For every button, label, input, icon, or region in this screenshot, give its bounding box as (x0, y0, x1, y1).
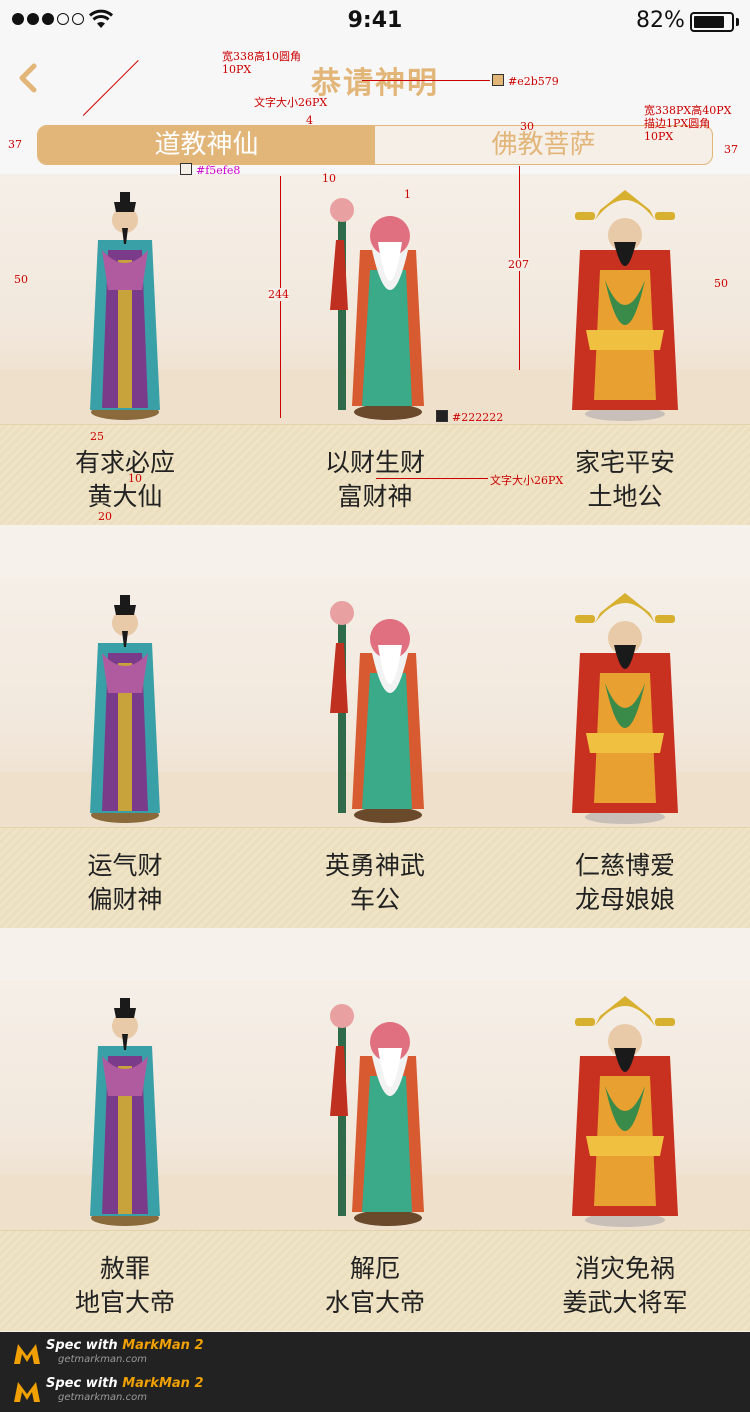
deity-card[interactable]: 仁慈博爱 龙母娘娘 (500, 577, 750, 927)
deity-name: 地官大帝 (74, 1288, 175, 1317)
navigation-bar: 恭请神明 (0, 42, 750, 121)
battery-cap (736, 18, 739, 26)
wealth-god-statue-figure (572, 996, 678, 1227)
annotation-segment-bg: #f5efe8 (180, 163, 240, 177)
deity-card[interactable]: 解厄 水官大帝 (250, 980, 500, 1330)
deity-grid: 有求必应 黄大仙 以财生财 富财神 家宅平安 土地公 运气财 偏财神 英勇神武 … (0, 174, 750, 1383)
deity-card[interactable]: 有求必应 黄大仙 (0, 174, 250, 524)
annotation-label-gap: 25 (90, 430, 104, 443)
deity-blessing: 英勇神武 (324, 851, 425, 880)
category-segmented-control: 道教神仙 佛教菩萨 (37, 125, 713, 165)
deity-statue-image (50, 583, 200, 827)
deity-blessing: 赦罪 (99, 1254, 150, 1283)
annotation-margin-right: 37 (724, 143, 738, 156)
tab-taoist-deities[interactable]: 道教神仙 (38, 126, 375, 164)
deity-blessing: 有求必应 (74, 448, 175, 477)
deity-statue-image (300, 180, 450, 424)
annotation-line-gap: 10 (128, 472, 142, 485)
row-gap (0, 525, 750, 577)
deity-statue-image (550, 180, 700, 424)
deity-row: 赦罪地官大帝 解厄水官大帝 消灾免祸姜武大将军 (0, 980, 750, 1383)
annotation-gap-right: 30 (520, 120, 534, 133)
deity-name: 富财神 (337, 482, 413, 511)
annotation-fig-height: 244 (268, 288, 289, 301)
deity-row: 运气财偏财神 英勇神武车公 仁慈博爱龙母娘娘 (0, 577, 750, 980)
scholar-statue-figure (90, 192, 160, 420)
annotation-segment-spec: 宽338高10圆角 10PX (222, 50, 301, 76)
annotation-title-color: #e2b579 (492, 74, 559, 88)
annotation-gap-top: 4 (306, 114, 313, 127)
battery-icon (690, 12, 734, 32)
annotation-fig-top: 10 (322, 172, 336, 185)
scholar-statue-figure (90, 595, 160, 823)
annotation-label-font-spec: 文字大小26PX (490, 474, 564, 487)
longevity-statue-figure (330, 601, 424, 823)
deity-blessing: 解厄 (349, 1254, 400, 1283)
deity-statue-image (550, 986, 700, 1230)
annotation-font-spec: 文字大小26PX (254, 96, 328, 109)
deity-card[interactable]: 家宅平安 土地公 (500, 174, 750, 524)
deity-blessing: 消灾免祸 (574, 1254, 675, 1283)
deity-card[interactable]: 赦罪 地官大帝 (0, 980, 250, 1330)
deity-statue-image (300, 986, 450, 1230)
deity-statue-image (550, 583, 700, 827)
scholar-statue-figure (90, 998, 160, 1226)
deity-card[interactable]: 运气财 偏财神 (0, 577, 250, 927)
wealth-god-statue-figure (572, 593, 678, 824)
deity-statue-image (50, 180, 200, 424)
annotation-side-left: 50 (14, 273, 28, 286)
deity-statue-image (300, 583, 450, 827)
deity-row: 有求必应黄大仙 以财生财富财神 家宅平安 土地公 (0, 174, 750, 577)
wealth-god-statue-figure (572, 190, 678, 421)
battery-percentage: 82% (636, 8, 685, 33)
annotation-floor-height: 207 (508, 258, 529, 271)
deity-card[interactable]: 消灾免祸 姜武大将军 (500, 980, 750, 1330)
annotation-margin-left: 37 (8, 138, 22, 151)
markman-logo-icon (14, 1382, 40, 1402)
annotation-line (362, 80, 490, 81)
markman-footer: Spec with MarkMan 2 getmarkman.com Spec … (0, 1332, 750, 1412)
deity-statue-image (50, 986, 200, 1230)
annotation-text-color: #222222 (436, 410, 503, 424)
deity-card[interactable]: 以财生财 富财神 (250, 174, 500, 524)
deity-name: 黄大仙 (87, 482, 163, 511)
deity-blessing: 以财生财 (324, 448, 425, 477)
annotation-side-right: 50 (714, 277, 728, 290)
segment-zone: 道教神仙 佛教菩萨 (0, 120, 750, 174)
deity-name: 龙母娘娘 (574, 885, 675, 914)
deity-name: 水官大帝 (324, 1288, 425, 1317)
annotation-line (376, 478, 488, 479)
status-bar: 9:41 82% (0, 0, 750, 42)
deity-blessing: 运气财 (87, 851, 163, 880)
deity-name: 姜武大将军 (562, 1288, 688, 1317)
deity-card[interactable]: 英勇神武 车公 (250, 577, 500, 927)
markman-logo-icon (14, 1344, 40, 1364)
deity-name: 偏财神 (87, 885, 163, 914)
deity-blessing: 仁慈博爱 (574, 851, 675, 880)
row-gap (0, 928, 750, 980)
annotation-fig-line: 1 (404, 188, 411, 201)
annotation-bottom-gap: 20 (98, 510, 112, 523)
longevity-statue-figure (330, 1004, 424, 1226)
longevity-statue-figure (330, 198, 424, 420)
deity-name: 车公 (349, 885, 400, 914)
annotation-border-spec: 宽338PX高40PX 描边1PX圆角 10PX (644, 104, 732, 143)
